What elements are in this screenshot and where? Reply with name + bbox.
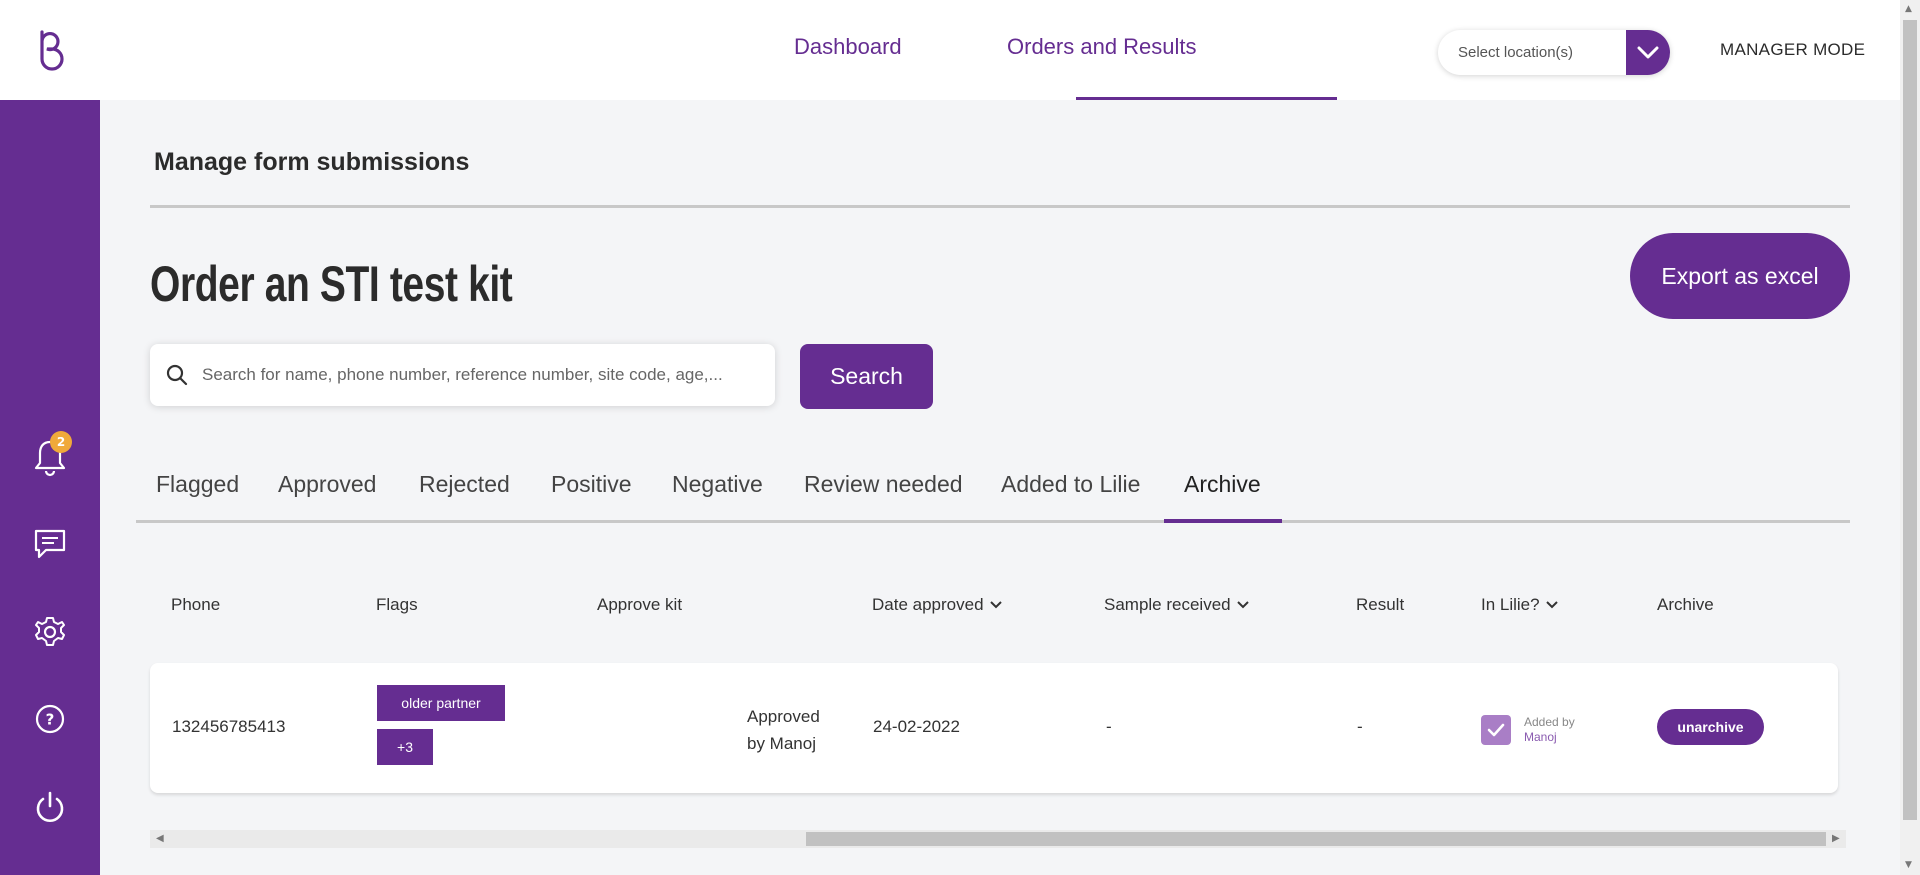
location-select-placeholder: Select location(s)	[1458, 44, 1574, 61]
vertical-scrollbar-thumb[interactable]	[1903, 20, 1917, 820]
sidebar: 2 ?	[0, 0, 100, 875]
chevron-down-icon	[1637, 46, 1659, 58]
nav-active-indicator	[1076, 97, 1337, 100]
location-select[interactable]: Select location(s)	[1438, 30, 1670, 75]
column-header-in-lilie-label: In Lilie?	[1481, 595, 1540, 614]
chat-icon	[34, 529, 66, 559]
column-header-approve-kit: Approve kit	[597, 595, 682, 615]
manager-mode-toggle[interactable]: MANAGER MODE	[1720, 40, 1865, 60]
horizontal-scrollbar-thumb[interactable]	[806, 832, 1826, 846]
tab-review-needed[interactable]: Review needed	[804, 471, 963, 498]
tab-negative[interactable]: Negative	[672, 471, 763, 498]
tab-rejected[interactable]: Rejected	[419, 471, 510, 498]
added-by-info: Added by Manoj	[1524, 715, 1575, 745]
added-by-name: Manoj	[1524, 730, 1557, 744]
column-header-result: Result	[1356, 595, 1404, 615]
scroll-down-icon[interactable]: ▼	[1905, 860, 1912, 870]
horizontal-scrollbar[interactable]: ◀ ▶	[150, 830, 1846, 848]
table-row[interactable]: 132456785413 older partner +3 Approved b…	[150, 663, 1838, 793]
location-dropdown-button[interactable]	[1626, 30, 1670, 75]
flag-more-tag[interactable]: +3	[377, 729, 433, 765]
tab-flagged[interactable]: Flagged	[156, 471, 239, 498]
approve-status: Approved	[747, 707, 820, 726]
column-header-date-approved[interactable]: Date approved	[872, 595, 1002, 615]
cell-result: -	[1357, 717, 1363, 736]
sort-chevron-icon[interactable]	[1236, 601, 1249, 609]
column-header-phone-label: Phone	[171, 595, 221, 614]
notification-badge: 2	[50, 431, 72, 453]
notifications-button[interactable]: 2	[30, 431, 72, 477]
scroll-up-icon[interactable]: ▲	[1905, 4, 1912, 14]
tab-archive[interactable]: Archive	[1184, 471, 1261, 498]
search-input[interactable]	[202, 365, 762, 385]
messages-button[interactable]	[30, 524, 70, 564]
column-header-date-approved-label: Date approved	[872, 595, 984, 614]
unarchive-button[interactable]: unarchive	[1657, 709, 1764, 745]
scroll-right-icon[interactable]: ▶	[1832, 833, 1840, 844]
sort-chevron-icon[interactable]	[1545, 601, 1558, 609]
tab-positive[interactable]: Positive	[551, 471, 632, 498]
column-header-in-lilie[interactable]: In Lilie?	[1481, 595, 1558, 615]
column-header-flags: Flags	[376, 595, 418, 615]
column-header-phone: Phone	[171, 595, 220, 615]
search-button[interactable]: Search	[800, 344, 933, 409]
column-header-sample-received[interactable]: Sample received	[1104, 595, 1249, 615]
cell-phone: 132456785413	[172, 717, 286, 736]
flag-tag[interactable]: older partner	[377, 685, 505, 721]
column-header-flags-label: Flags	[376, 595, 418, 614]
section-title: Manage form submissions	[154, 148, 470, 176]
tab-approved[interactable]: Approved	[278, 471, 376, 498]
column-header-result-label: Result	[1356, 595, 1405, 614]
gear-icon	[35, 617, 65, 646]
checkmark-icon	[1487, 723, 1505, 737]
cell-approve-kit: Approved by Manoj	[747, 703, 820, 757]
cell-sample-received: -	[1106, 717, 1112, 736]
column-header-sample-received-label: Sample received	[1104, 595, 1231, 614]
logo-icon	[40, 30, 64, 71]
export-excel-button[interactable]: Export as excel	[1630, 233, 1850, 319]
sort-chevron-icon[interactable]	[989, 601, 1002, 609]
tabs-divider	[136, 520, 1850, 523]
help-button[interactable]: ?	[30, 699, 70, 739]
logo[interactable]	[0, 0, 100, 100]
section-divider	[150, 205, 1850, 208]
settings-button[interactable]	[30, 612, 70, 652]
logout-button[interactable]	[30, 787, 70, 827]
page-title: Order an STI test kit	[150, 256, 513, 312]
added-by-label: Added by	[1524, 715, 1575, 729]
approved-by: by Manoj	[747, 734, 816, 753]
nav-tab-dashboard[interactable]: Dashboard	[794, 34, 902, 60]
status-tabs: Flagged Approved Rejected Positive Negat…	[136, 465, 1850, 525]
vertical-scrollbar[interactable]: ▲ ▼	[1900, 0, 1920, 875]
search-box[interactable]	[150, 344, 775, 406]
in-lilie-checkbox[interactable]	[1481, 715, 1511, 745]
power-icon	[36, 791, 64, 822]
help-icon: ?	[35, 704, 65, 734]
svg-text:?: ?	[46, 711, 55, 729]
top-navigation: Dashboard Orders and Results Select loca…	[100, 0, 1900, 100]
tab-added-to-lilie[interactable]: Added to Lilie	[1001, 471, 1140, 498]
tab-active-indicator	[1164, 519, 1282, 523]
column-header-archive-label: Archive	[1657, 595, 1714, 614]
column-header-archive: Archive	[1657, 595, 1714, 615]
column-header-approve-kit-label: Approve kit	[597, 595, 683, 614]
scroll-left-icon[interactable]: ◀	[156, 833, 164, 844]
nav-tab-orders-and-results[interactable]: Orders and Results	[1007, 34, 1197, 60]
cell-date-approved: 24-02-2022	[873, 717, 960, 736]
search-icon	[164, 362, 190, 388]
